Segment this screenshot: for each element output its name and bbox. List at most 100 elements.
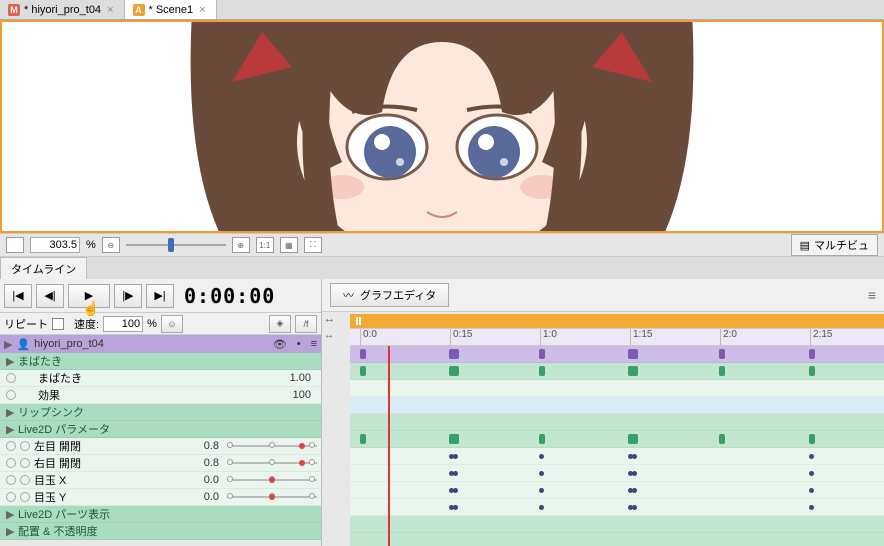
canvas-viewport[interactable] [0, 20, 884, 233]
scene-range-bar[interactable]: ↔ [350, 314, 884, 328]
eye-icon[interactable]: 👁 [273, 338, 287, 351]
keyframe[interactable] [453, 505, 458, 510]
lane[interactable] [350, 397, 884, 414]
close-icon[interactable]: × [197, 4, 207, 16]
time-ruler[interactable]: 0:00:151:01:152:02:15 [350, 328, 884, 346]
keyframe-toggle[interactable] [6, 373, 16, 383]
keyframe[interactable] [360, 434, 366, 444]
expand-icon[interactable]: ⛶ [304, 237, 322, 253]
keyframe[interactable] [539, 366, 545, 376]
graph-editor-button[interactable]: 〰 グラフエディタ [330, 283, 449, 307]
lane[interactable] [350, 482, 884, 499]
arrows-icon[interactable]: ↔ [324, 330, 334, 341]
value-row[interactable]: 効果100 [0, 387, 321, 404]
keyframe[interactable] [539, 454, 544, 459]
zoom-out-icon[interactable]: ⊖ [102, 237, 120, 253]
keyframe-toggle[interactable] [6, 492, 16, 502]
keyframe[interactable] [453, 471, 458, 476]
group-row[interactable]: ▶Live2D パラメータ [0, 421, 321, 438]
lane[interactable] [350, 533, 884, 546]
param-row[interactable]: 目玉 Y0.0 [0, 489, 321, 506]
keyframe[interactable] [632, 505, 637, 510]
keyframe[interactable] [539, 488, 544, 493]
group-row[interactable]: ▶まばたき [0, 353, 321, 370]
param-row[interactable]: 左目 開閉0.8 [0, 438, 321, 455]
keyframe[interactable] [539, 505, 544, 510]
keyframe[interactable] [719, 349, 725, 359]
keyframe[interactable] [539, 434, 545, 444]
track-header[interactable]: ▶ 👤 hiyori_pro_t04 👁 • ≡ [0, 335, 321, 353]
param-row[interactable]: 右目 開閉0.8 [0, 455, 321, 472]
grid-icon[interactable]: ▦ [280, 237, 298, 253]
arrows-icon[interactable]: ↔ [324, 313, 335, 325]
keyframe[interactable] [809, 488, 814, 493]
frame-toggle[interactable] [6, 237, 24, 253]
tab-timeline[interactable]: タイムライン [0, 257, 87, 279]
zoom-in-icon[interactable]: ⊕ [232, 237, 250, 253]
keyframe-toggle[interactable] [6, 458, 16, 468]
keyframe[interactable] [453, 454, 458, 459]
skip-end-button[interactable]: ▶| [146, 284, 174, 308]
keyframe[interactable] [453, 434, 459, 444]
robot-icon[interactable]: ☺ [161, 315, 183, 333]
multiview-button[interactable]: ▤ マルチビュ [791, 234, 878, 256]
link-toggle[interactable] [20, 475, 30, 485]
keyframe[interactable] [453, 349, 459, 359]
lane[interactable] [350, 380, 884, 397]
keyframe[interactable] [453, 366, 459, 376]
keyframe[interactable] [809, 349, 815, 359]
group-row[interactable]: ▶配置 & 不透明度 [0, 523, 321, 540]
dot-icon[interactable]: • [297, 338, 301, 350]
lanes[interactable] [350, 346, 884, 546]
lane[interactable] [350, 448, 884, 465]
keyframe[interactable] [809, 505, 814, 510]
keyframe[interactable] [360, 349, 366, 359]
value-row[interactable]: まばたき1.00 [0, 370, 321, 387]
keyframe-toggle[interactable] [6, 441, 16, 451]
zoom-input[interactable] [30, 237, 80, 253]
zoom-slider[interactable] [126, 237, 226, 253]
lane[interactable] [350, 516, 884, 533]
file-tab-scene[interactable]: A * Scene1 × [125, 0, 217, 19]
keyframe[interactable] [632, 434, 638, 444]
lane[interactable] [350, 499, 884, 516]
step-fwd-button[interactable]: |▶ [114, 284, 142, 308]
marker-icon[interactable]: ◈ [269, 315, 291, 333]
lane[interactable] [350, 363, 884, 380]
keyframe[interactable] [632, 488, 637, 493]
keyframe[interactable] [809, 454, 814, 459]
keyframe[interactable] [632, 366, 638, 376]
lane[interactable] [350, 465, 884, 482]
param-slider[interactable] [227, 441, 317, 451]
keyframe[interactable] [632, 471, 637, 476]
param-slider[interactable] [227, 458, 317, 468]
keyframe[interactable] [632, 349, 638, 359]
repeat-checkbox[interactable] [52, 318, 64, 330]
file-tab-model[interactable]: M * hiyori_pro_t04 × [0, 0, 125, 19]
frame-btn[interactable]: /f [295, 315, 317, 333]
keyframe[interactable] [360, 366, 366, 376]
keyframe[interactable] [719, 366, 725, 376]
lane[interactable] [350, 414, 884, 431]
hamburger-icon[interactable]: ≡ [868, 287, 876, 303]
keyframe[interactable] [539, 471, 544, 476]
link-toggle[interactable] [20, 492, 30, 502]
keyframe[interactable] [809, 434, 815, 444]
keyframe[interactable] [453, 488, 458, 493]
param-slider[interactable] [227, 492, 317, 502]
playhead[interactable] [388, 346, 390, 546]
step-back-button[interactable]: ◀| [36, 284, 64, 308]
speed-input[interactable] [103, 316, 143, 332]
link-toggle[interactable] [20, 441, 30, 451]
group-row[interactable]: ▶Live2D パーツ表示 [0, 506, 321, 523]
lane[interactable] [350, 346, 884, 363]
keyframe-toggle[interactable] [6, 390, 16, 400]
skip-start-button[interactable]: |◀ [4, 284, 32, 308]
keyframe[interactable] [809, 471, 814, 476]
close-icon[interactable]: × [105, 4, 115, 16]
zoom-fit[interactable]: 1:1 [256, 237, 274, 253]
keyframe[interactable] [809, 366, 815, 376]
param-slider[interactable] [227, 475, 317, 485]
menu-icon[interactable]: ≡ [311, 338, 317, 350]
play-button[interactable]: ▶ [68, 284, 110, 308]
